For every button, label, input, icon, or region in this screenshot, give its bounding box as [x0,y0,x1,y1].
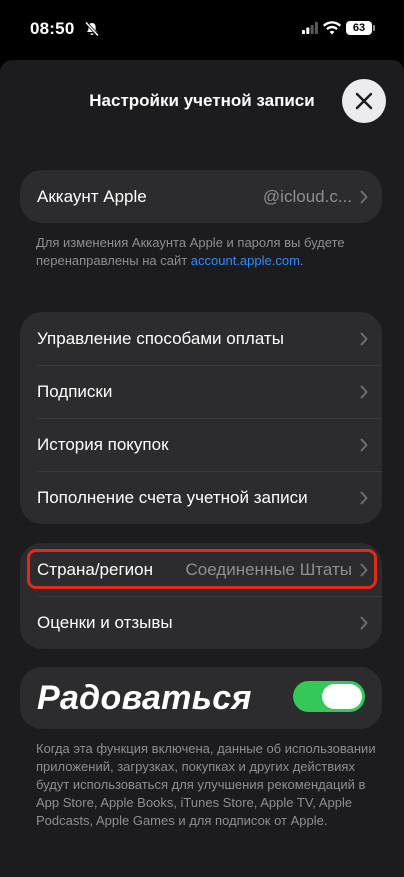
personalization-label: Радоваться [37,679,252,717]
apple-account-group: Аккаунт Apple @icloud.c... [20,170,382,223]
purchase-history-label: История покупок [37,435,169,454]
status-time: 08:50 [30,19,75,38]
chevron-right-icon [360,190,368,204]
close-button[interactable] [342,79,386,123]
ratings-reviews-label: Оценки и отзывы [37,613,173,632]
personalization-row: Радоваться [20,667,382,729]
chevron-right-icon [360,438,368,452]
payments-group: Управление способами оплаты Подписки Ист… [20,312,382,524]
subscriptions-label: Подписки [37,382,113,401]
battery-cap [373,25,375,31]
chevron-right-icon [360,385,368,399]
apple-account-note-suffix: . [299,253,304,268]
signal-icon [302,22,318,34]
purchase-history-row[interactable]: История покупок [20,418,382,471]
ratings-reviews-row[interactable]: Оценки и отзывы [20,596,382,649]
apple-account-label: Аккаунт Apple [37,187,147,206]
apple-account-value: @icloud.c... [262,187,352,206]
payment-methods-row[interactable]: Управление способами оплаты [20,312,382,365]
payment-methods-label: Управление способами оплаты [37,329,284,348]
battery-indicator: 63 [346,21,372,35]
apple-account-row[interactable]: Аккаунт Apple @icloud.c... [20,170,382,223]
toggle-knob [322,684,362,709]
close-icon [355,92,373,110]
country-region-highlight [27,549,377,589]
account-site-link[interactable]: account.apple.com [191,253,300,268]
status-bar: 08:50 63 [0,0,404,60]
add-funds-label: Пополнение счета учетной записи [37,488,308,507]
chevron-right-icon [360,616,368,630]
personalization-toggle[interactable] [293,681,365,712]
apple-account-footnote: Для изменения Аккаунта Apple и пароля вы… [36,234,366,270]
add-funds-row[interactable]: Пополнение счета учетной записи [20,471,382,524]
mute-icon [84,21,100,37]
personalization-footnote: Когда эта функция включена, данные об ис… [36,741,376,828]
chevron-right-icon [360,491,368,505]
chevron-right-icon [360,332,368,346]
wifi-icon [323,21,341,35]
subscriptions-row[interactable]: Подписки [20,365,382,418]
